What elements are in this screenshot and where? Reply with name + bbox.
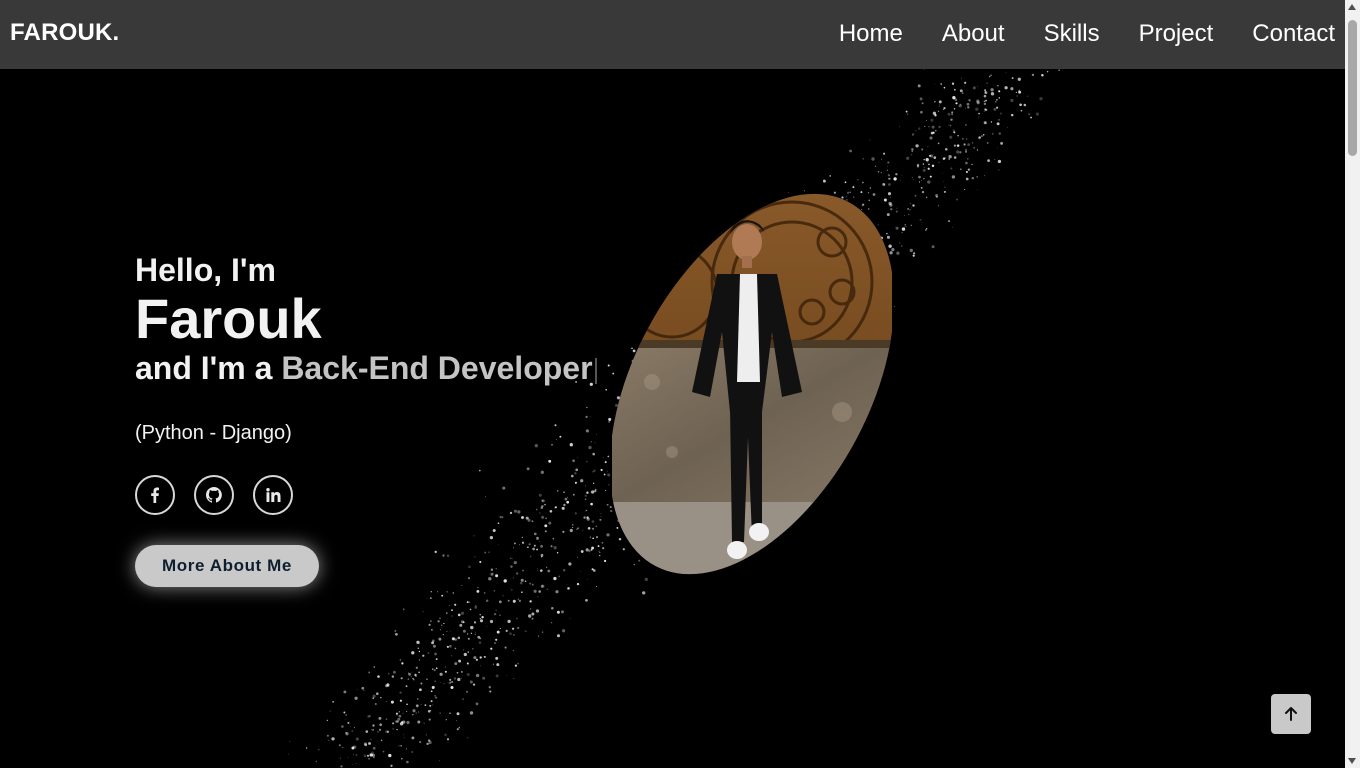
nav-links: Home About Skills Project Contact <box>800 19 1335 49</box>
scrollbar[interactable] <box>1345 0 1360 768</box>
role-title: Back-End Developer <box>281 350 593 386</box>
nav-link-about[interactable]: About <box>942 19 1005 49</box>
scrollbar-thumb[interactable] <box>1348 20 1357 156</box>
arrow-up-icon <box>1285 707 1297 721</box>
nav-link-project[interactable]: Project <box>1139 19 1214 49</box>
nav-link-contact[interactable]: Contact <box>1252 19 1335 49</box>
greeting: Hello, I'm <box>135 252 276 288</box>
facebook-icon <box>151 487 159 503</box>
scroll-down-arrow-icon[interactable] <box>1348 758 1356 764</box>
role-prefix: and I'm a <box>135 350 282 386</box>
linkedin-link[interactable] <box>253 475 293 515</box>
facebook-link[interactable] <box>135 475 175 515</box>
scroll-up-arrow-icon[interactable] <box>1348 4 1356 10</box>
tech-stack: (Python - Django) <box>135 422 292 444</box>
github-icon <box>206 487 222 503</box>
brand-logo[interactable]: FAROUK. <box>10 19 119 47</box>
typing-cursor <box>594 357 597 384</box>
profile-photo <box>612 182 892 587</box>
social-links <box>135 475 597 515</box>
back-to-top-button[interactable] <box>1271 694 1311 734</box>
page: FAROUK. Home About Skills Project Contac… <box>0 0 1360 768</box>
hero-role-line: and I'm a Back-End Developer <box>135 348 597 388</box>
github-link[interactable] <box>194 475 234 515</box>
nav-link-skills[interactable]: Skills <box>1044 19 1100 49</box>
hero-name: Farouk <box>135 287 322 350</box>
linkedin-icon <box>266 488 281 502</box>
nav-link-home[interactable]: Home <box>839 19 903 49</box>
hero-section: Hello, I'm Farouk and I'm a Back-End Dev… <box>135 250 597 587</box>
more-about-me-button[interactable]: More About Me <box>135 545 319 587</box>
navbar: FAROUK. Home About Skills Project Contac… <box>0 0 1345 69</box>
